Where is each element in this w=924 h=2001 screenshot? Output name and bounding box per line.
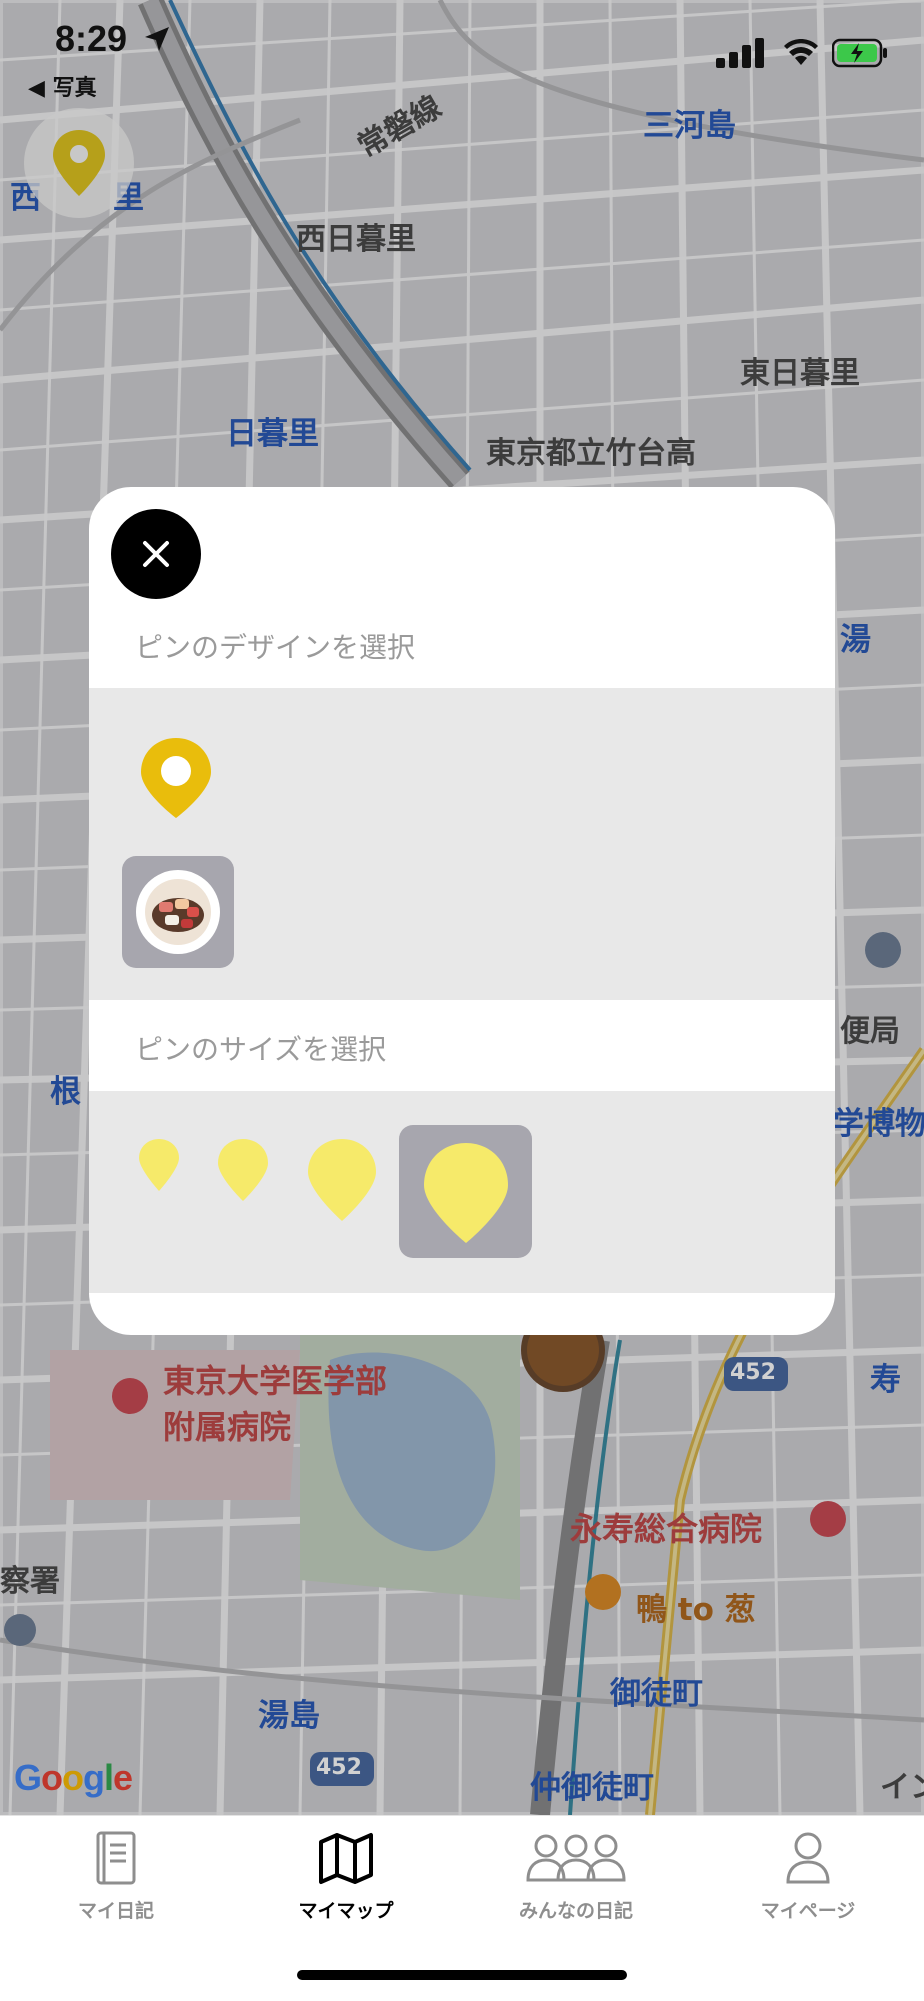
- pin-size-options: [89, 1091, 835, 1293]
- back-to-photos[interactable]: ◀ 写真: [28, 70, 97, 102]
- pin-size-m[interactable]: [306, 1137, 378, 1223]
- close-button[interactable]: [111, 509, 201, 599]
- pin-design-options: [89, 688, 835, 1000]
- size-section-label: ピンのサイズを選択: [135, 1033, 387, 1066]
- person-icon: [786, 1832, 830, 1884]
- tab-my-diary[interactable]: マイ日記: [26, 1830, 206, 1923]
- wifi-icon: [784, 39, 818, 65]
- pin-size-xs[interactable]: [137, 1137, 181, 1193]
- tab-my-map[interactable]: マイマップ: [256, 1830, 436, 1923]
- status-time: 8:29: [55, 18, 128, 59]
- home-indicator: [297, 1970, 627, 1980]
- sushi-photo: [136, 870, 220, 954]
- pin-design-default[interactable]: [135, 734, 217, 820]
- map-pin-icon: [53, 130, 105, 196]
- status-bar: 8:29 ◀ 写真: [0, 0, 924, 110]
- tab-my-page[interactable]: マイページ: [718, 1830, 898, 1923]
- pin-settings-modal: ピンのデザインを選択 ピンのサイズを選択: [89, 487, 835, 1335]
- location-arrow-icon: [145, 27, 169, 51]
- map-pin-icon: [141, 738, 211, 818]
- signal-icon: [716, 38, 764, 68]
- pin-size-s[interactable]: [216, 1137, 270, 1203]
- design-section-label: ピンのデザインを選択: [135, 631, 416, 664]
- battery-icon: [832, 38, 887, 68]
- tab-everyone-diary[interactable]: みんなの日記: [486, 1830, 666, 1923]
- pin-size-l[interactable]: [422, 1141, 510, 1245]
- tab-label: マイ日記: [77, 1900, 154, 1922]
- tab-label: みんなの日記: [518, 1900, 633, 1922]
- map-icon: [319, 1833, 373, 1884]
- people-icon: [526, 1834, 626, 1882]
- diary-icon: [96, 1831, 136, 1885]
- tab-label: マイマップ: [298, 1900, 394, 1922]
- food-photo-icon: [145, 879, 211, 945]
- pin-design-photo[interactable]: [122, 856, 234, 968]
- tab-label: マイページ: [760, 1900, 856, 1922]
- close-icon: [143, 541, 169, 567]
- current-pin-button[interactable]: [24, 108, 134, 218]
